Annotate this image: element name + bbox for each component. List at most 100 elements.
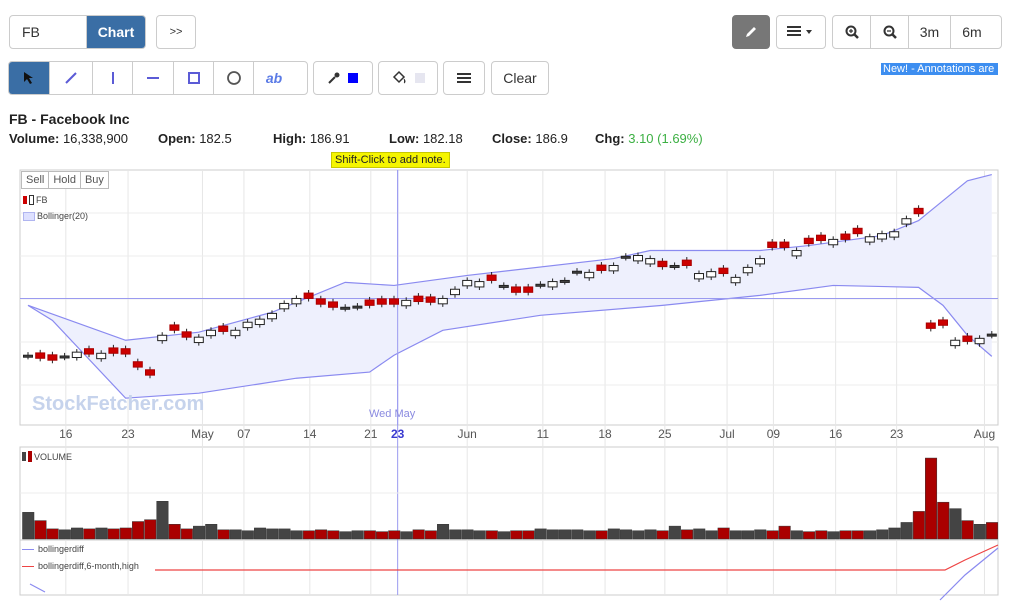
volume-bar	[729, 530, 742, 540]
volume-bar	[278, 528, 291, 540]
candle	[425, 296, 436, 303]
volume-bar	[583, 530, 596, 540]
volume-bar	[205, 524, 218, 540]
candle-legend-icon	[23, 196, 27, 204]
candle	[389, 298, 399, 305]
candle	[437, 297, 448, 305]
volume-bar	[717, 527, 730, 540]
candle	[267, 312, 277, 320]
candle	[620, 255, 631, 259]
volume-bar	[376, 531, 389, 540]
legend-fb: FB	[23, 195, 48, 205]
volume-bar	[254, 527, 267, 540]
candle	[694, 273, 704, 280]
volume-bar	[778, 525, 791, 540]
x-tick-label: 16	[59, 427, 73, 441]
price-chart[interactable]	[0, 0, 1014, 612]
volume-bar	[327, 530, 340, 540]
legend-bollinger: Bollinger(20)	[23, 211, 88, 221]
volume-bar	[180, 528, 193, 540]
candle	[913, 207, 924, 215]
volume-bar	[656, 530, 669, 540]
volume-bar	[668, 525, 681, 540]
candle	[84, 348, 94, 355]
candle	[877, 233, 887, 240]
candle	[889, 231, 900, 238]
band-legend-icon	[23, 211, 35, 221]
volume-bar	[22, 512, 35, 540]
volume-bar	[522, 530, 535, 540]
candle	[71, 351, 82, 359]
x-tick-label: 23	[889, 427, 904, 441]
volume-bar	[144, 519, 157, 540]
volume-bar	[766, 530, 779, 540]
candle	[730, 276, 741, 284]
volume-bar	[644, 529, 657, 540]
candle	[376, 298, 387, 305]
volume-bar	[388, 530, 401, 540]
candle	[864, 236, 875, 243]
candle	[279, 302, 290, 310]
volume-bar	[754, 529, 767, 540]
volume-bar	[790, 530, 803, 540]
volume-bar	[107, 528, 120, 540]
candle	[950, 339, 961, 347]
candle	[498, 284, 509, 288]
volume-bar	[534, 528, 547, 540]
candle	[572, 270, 582, 274]
volume-bar	[925, 457, 938, 540]
add-note-tooltip: Shift-Click to add note.	[331, 152, 450, 168]
volume-bar	[400, 531, 413, 540]
x-tick-label: 21	[364, 427, 378, 441]
volume-bar	[620, 529, 633, 540]
sell-button[interactable]: Sell	[22, 172, 50, 188]
candle	[254, 318, 265, 326]
candle	[169, 324, 180, 331]
volume-bar	[290, 530, 303, 540]
hold-button[interactable]: Hold	[49, 172, 81, 188]
candle	[35, 352, 46, 359]
candle	[803, 237, 814, 245]
volume-bar	[571, 529, 584, 540]
volume-bar	[937, 501, 950, 540]
volume-bar	[510, 530, 523, 540]
volume-bar	[156, 501, 169, 540]
candle	[218, 325, 229, 332]
candle	[840, 233, 851, 240]
watermark: StockFetcher.com	[32, 393, 205, 415]
candle	[47, 354, 58, 361]
volume-bar	[168, 524, 181, 540]
volume-bar	[864, 530, 877, 540]
x-tick-label: 23	[390, 427, 405, 441]
volume-bar	[693, 528, 706, 540]
candle	[559, 279, 570, 283]
volume-bar	[302, 530, 315, 540]
x-tick-label: 23	[121, 427, 135, 441]
candle	[718, 267, 729, 275]
volume-bar	[315, 529, 328, 540]
candle	[96, 352, 107, 360]
volume-bar	[461, 529, 474, 540]
volume-bar	[424, 530, 437, 540]
candle	[486, 274, 497, 281]
volume-bar	[412, 529, 425, 540]
volume-bar	[559, 529, 572, 540]
legend-bollinger-label: Bollinger(20)	[37, 211, 89, 221]
volume-bar	[961, 520, 974, 540]
x-tick-label: May	[191, 427, 214, 441]
volume-bar	[827, 531, 840, 540]
candle	[474, 281, 485, 288]
volume-bar	[839, 530, 852, 540]
candle	[303, 292, 314, 299]
volume-bar	[229, 529, 242, 540]
x-tick-label: Jun	[457, 427, 477, 441]
buy-button[interactable]: Buy	[81, 172, 108, 188]
x-tick-label: 11	[536, 427, 550, 441]
candle	[925, 322, 936, 329]
volume-bar	[595, 530, 608, 540]
volume-bar	[95, 527, 108, 540]
candle	[828, 238, 839, 246]
volume-bar	[449, 529, 462, 540]
candle	[23, 354, 33, 358]
volume-bar	[119, 527, 132, 540]
